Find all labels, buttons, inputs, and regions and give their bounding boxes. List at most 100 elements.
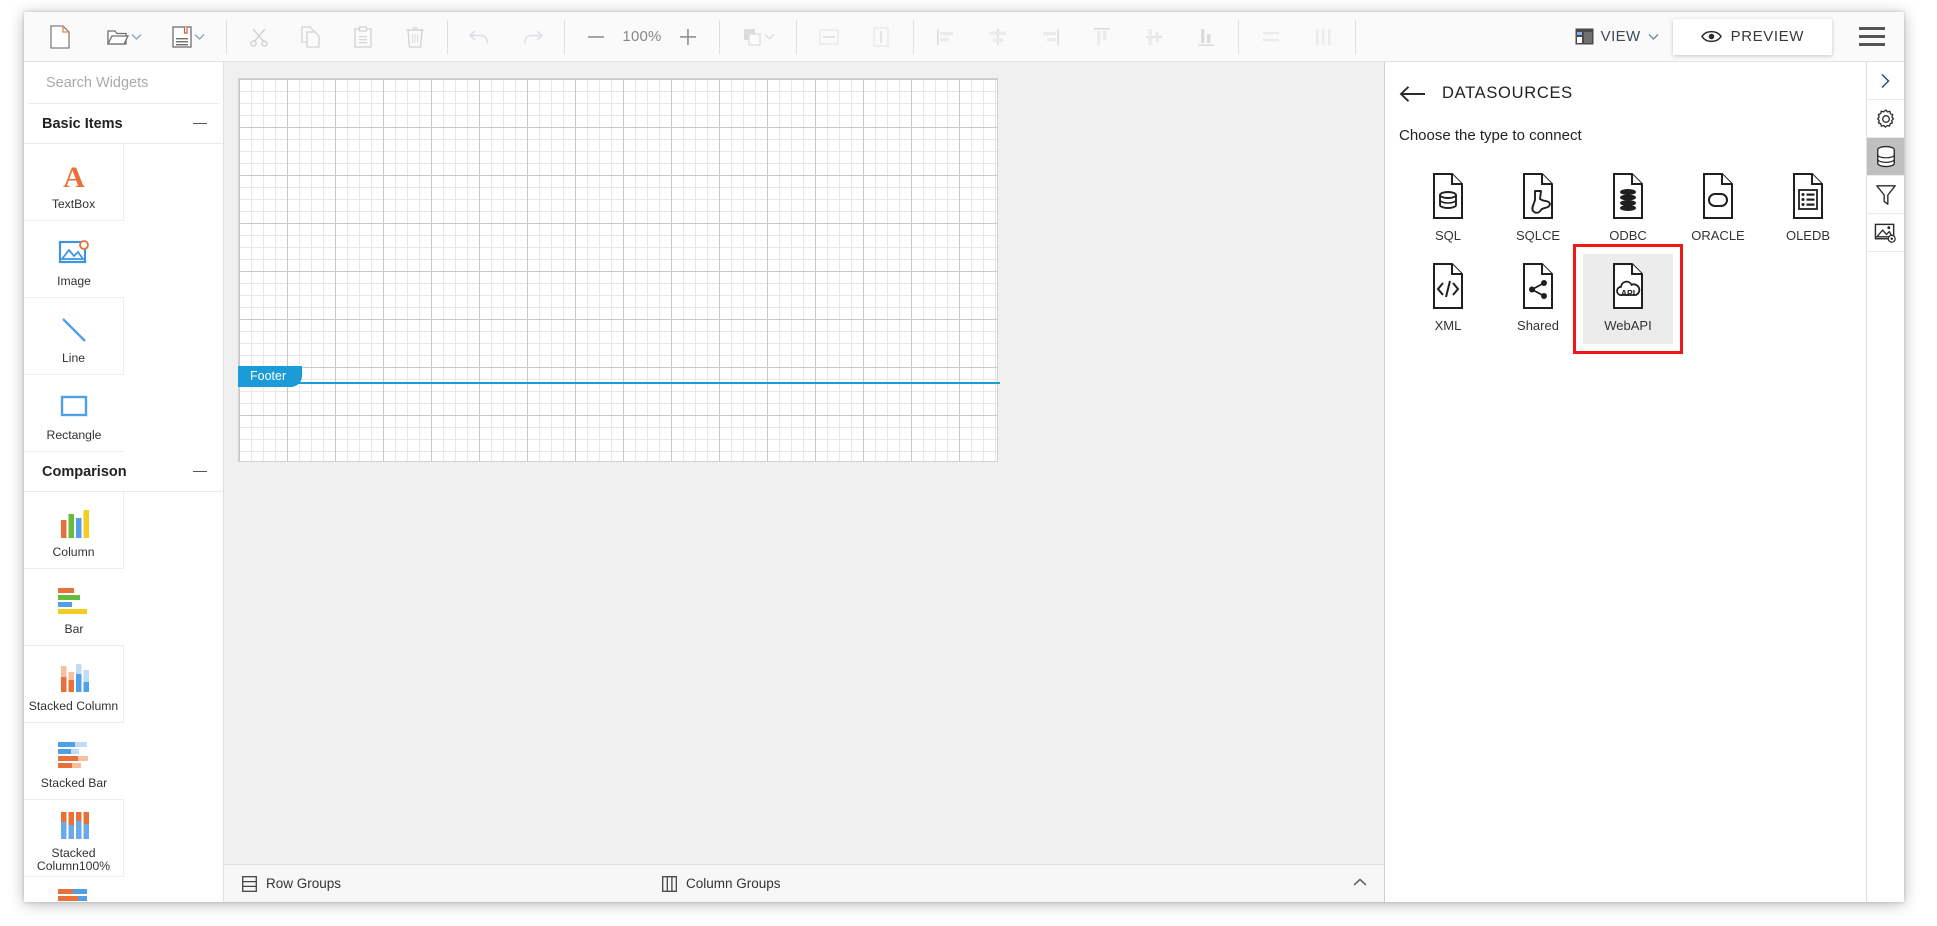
datasource-label: OLEDB: [1785, 228, 1831, 243]
align-center-button[interactable]: [972, 17, 1024, 57]
align-group: [920, 12, 1128, 61]
widget-label: Column: [52, 544, 95, 559]
widget-item-rectangle[interactable]: Rectangle: [24, 375, 124, 452]
align-right-button[interactable]: [1024, 17, 1076, 57]
datasource-type-oracle[interactable]: ORACLE: [1673, 164, 1763, 254]
datasource-type-oledb[interactable]: OLEDB: [1763, 164, 1853, 254]
datasource-type-xml[interactable]: XML: [1403, 254, 1493, 344]
svg-text:API: API: [1621, 288, 1635, 298]
datasource-type-sql[interactable]: SQL: [1403, 164, 1493, 254]
arrange-order-button[interactable]: [726, 17, 790, 57]
app-menu-button[interactable]: [1850, 17, 1894, 57]
datasources-panel: DATASOURCES Choose the type to connect S…: [1384, 62, 1866, 902]
copy-button[interactable]: [285, 17, 337, 57]
widget-item-bar[interactable]: Bar: [24, 569, 124, 646]
view-layout-icon: [1575, 28, 1594, 45]
datasource-type-odbc[interactable]: ODBC: [1583, 164, 1673, 254]
group-header-basic-items[interactable]: Basic Items: [24, 104, 223, 144]
same-height-button[interactable]: [855, 17, 907, 57]
datasource-label: XML: [1434, 318, 1462, 333]
redo-button[interactable]: [506, 17, 558, 57]
datasource-type-webapi[interactable]: API WebAPI: [1573, 244, 1683, 354]
footer-section-tab[interactable]: Footer: [238, 366, 303, 387]
sql-file-icon: [1429, 168, 1467, 224]
properties-button[interactable]: [1867, 100, 1904, 138]
datasource-type-shared[interactable]: Shared: [1493, 254, 1583, 344]
groups-status-bar: Row Groups Column Groups: [224, 864, 1384, 902]
datasources-button[interactable]: [1867, 138, 1904, 176]
datasource-label: SQL: [1434, 228, 1461, 243]
expand-panel-button[interactable]: [1867, 62, 1904, 100]
widget-item-image[interactable]: Image: [24, 221, 124, 298]
report-design-surface[interactable]: [238, 78, 998, 462]
toolbar-divider: [226, 19, 227, 54]
datasource-type-sqlce[interactable]: SQLCE: [1493, 164, 1583, 254]
cut-button[interactable]: [233, 17, 285, 57]
align-bottom-icon: [1198, 28, 1214, 46]
order-group: [726, 12, 790, 61]
collapse-groups-button[interactable]: [1352, 875, 1368, 892]
new-report-button[interactable]: [28, 17, 92, 57]
column-groups-label: Column Groups: [686, 876, 781, 891]
align-bottom-button[interactable]: [1180, 17, 1232, 57]
same-height-icon: [873, 26, 889, 47]
open-report-button[interactable]: [92, 17, 156, 57]
align-center-icon: [990, 28, 1006, 45]
resources-button[interactable]: [1867, 214, 1904, 252]
funnel-icon: [1875, 184, 1896, 205]
widget-item-stacked-bar[interactable]: Stacked Bar: [24, 723, 124, 800]
align-left-icon: [937, 28, 953, 45]
back-button[interactable]: [1399, 85, 1426, 103]
column-groups-button[interactable]: Column Groups: [662, 875, 781, 892]
align-top-button[interactable]: [1076, 17, 1128, 57]
save-report-button[interactable]: [156, 17, 220, 57]
distribute-horizontal-button[interactable]: [1245, 17, 1297, 57]
widget-label: Stacked Bar: [40, 775, 108, 790]
align-middle-icon: [1146, 28, 1162, 45]
toolbar-divider: [564, 19, 565, 54]
widget-item-textbox[interactable]: A TextBox: [24, 144, 124, 221]
svg-text:A: A: [63, 161, 85, 192]
preview-button[interactable]: PREVIEW: [1672, 18, 1832, 55]
widget-item-stacked-column[interactable]: Stacked Column: [24, 646, 124, 723]
chevron-up-icon: [1353, 878, 1367, 886]
collapse-icon[interactable]: [193, 470, 207, 473]
view-menu-button[interactable]: VIEW: [1561, 17, 1673, 57]
align-left-button[interactable]: [920, 17, 972, 57]
undo-button[interactable]: [454, 17, 506, 57]
search-widgets-row: [28, 62, 223, 104]
group-items-comparison: Column Bar Stacked Column Stacked Bar St…: [24, 492, 223, 902]
search-input[interactable]: [44, 73, 223, 92]
row-groups-button[interactable]: Row Groups: [242, 875, 341, 892]
undo-icon: [468, 29, 488, 43]
minus-icon: [588, 35, 604, 38]
group-title: Basic Items: [42, 115, 123, 132]
zoom-in-button[interactable]: [671, 20, 705, 54]
delete-button[interactable]: [389, 17, 441, 57]
widget-item-stacked-column-100[interactable]: Stacked Column100%: [24, 800, 124, 877]
zoom-out-button[interactable]: [579, 20, 613, 54]
column-groups-icon: [662, 875, 677, 892]
group-header-comparison[interactable]: Comparison: [24, 452, 223, 492]
gear-icon: [1876, 108, 1894, 128]
canvas-scroll-region[interactable]: Footer: [224, 62, 1384, 864]
same-width-button[interactable]: [803, 17, 855, 57]
align-middle-button[interactable]: [1128, 17, 1180, 57]
collapse-icon[interactable]: [193, 122, 207, 125]
widget-item-stacked-bar-100[interactable]: Stacked Bar100%: [24, 877, 124, 902]
chevron-down-icon: [194, 33, 204, 40]
datasources-header: DATASOURCES: [1385, 62, 1866, 103]
datasource-label: Shared: [1517, 318, 1559, 333]
group-title: Comparison: [42, 463, 127, 480]
distribute-vertical-button[interactable]: [1297, 17, 1349, 57]
filters-button[interactable]: [1867, 176, 1904, 214]
bar-chart-icon: [56, 583, 92, 619]
toolbar-divider: [1238, 19, 1239, 54]
image-icon: [58, 235, 90, 271]
paste-button[interactable]: [337, 17, 389, 57]
widget-item-column[interactable]: Column: [24, 492, 124, 569]
datasource-label: ORACLE: [1691, 228, 1745, 243]
chevron-down-icon: [131, 33, 141, 40]
widget-item-line[interactable]: Line: [24, 298, 124, 375]
toolbar-divider: [719, 19, 720, 54]
